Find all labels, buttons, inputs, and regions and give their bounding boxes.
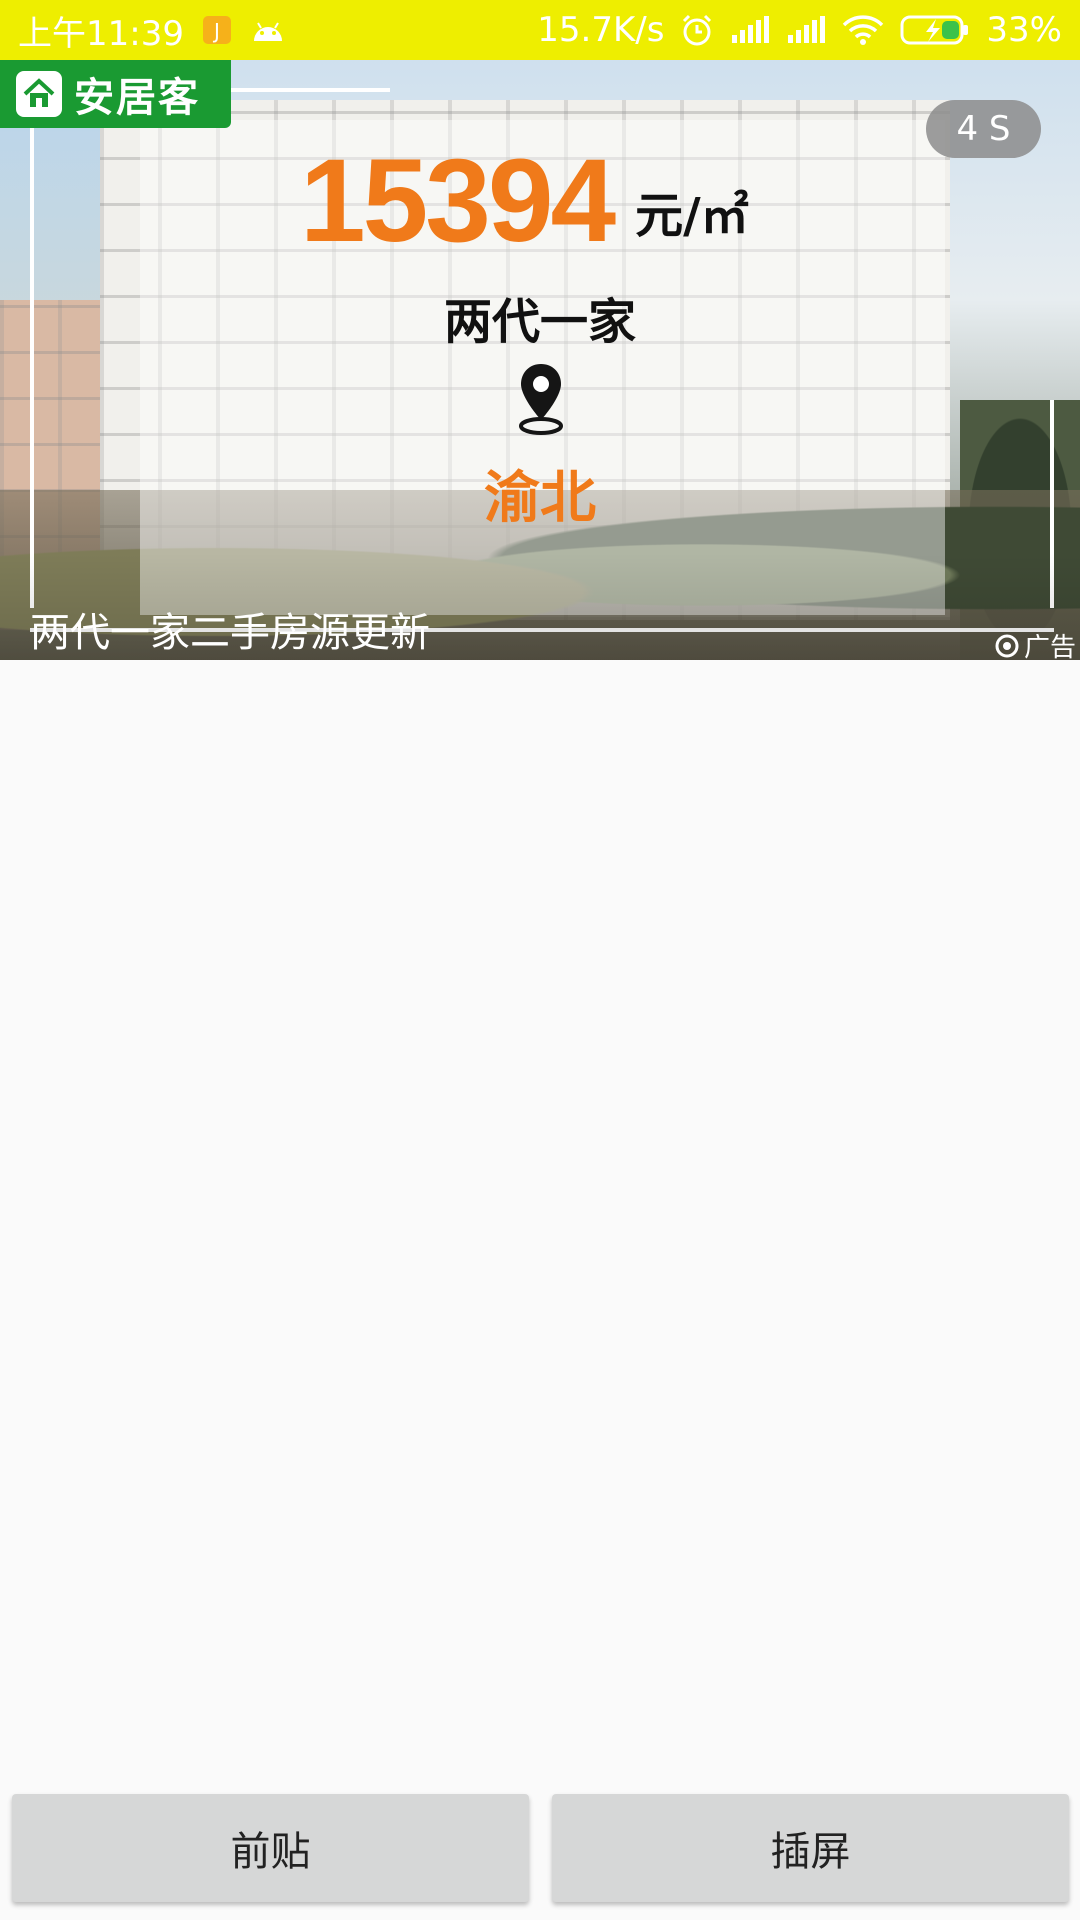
community-name: 两代一家 — [443, 294, 636, 350]
district-name: 渝北 — [484, 466, 596, 531]
status-time: 上午11:39 — [18, 13, 184, 54]
status-left: 上午11:39 J — [18, 6, 286, 55]
ad-tag-text: 广告 — [1024, 633, 1077, 660]
ad-badge-icon — [994, 633, 1020, 659]
signal-icon — [730, 15, 770, 45]
android-icon — [250, 15, 286, 45]
anjuke-logo: 安居客 — [0, 60, 231, 128]
network-speed: 15.7K/s — [537, 10, 665, 50]
interstitial-button[interactable]: 插屏 — [552, 1794, 1069, 1902]
status-bar: 上午11:39 J 15.7K/s 33% — [0, 0, 1080, 60]
notification-app-icon: J — [200, 13, 234, 47]
ad-banner[interactable]: 安居客 4 S 15394 元/㎡ 两代一家 渝北 两代一家二手房源更新 广告 — [0, 60, 1080, 660]
brand-name: 安居客 — [74, 75, 200, 121]
signal-icon — [786, 15, 826, 45]
frame-line-left — [30, 88, 34, 608]
alarm-icon — [680, 13, 714, 47]
price-unit: 元/㎡ — [635, 188, 749, 244]
battery-charging-icon — [900, 14, 970, 46]
ad-label: 广告 — [994, 627, 1076, 660]
price-row: 15394 元/㎡ — [300, 130, 820, 260]
status-right: 15.7K/s 33% — [537, 10, 1062, 50]
house-icon — [16, 71, 62, 117]
battery-percent: 33% — [986, 10, 1062, 50]
skip-countdown-button[interactable]: 4 S — [926, 100, 1041, 158]
preroll-button[interactable]: 前贴 — [12, 1794, 529, 1902]
ad-caption: 两代一家二手房源更新 — [30, 610, 430, 656]
location-pin-icon — [513, 360, 569, 440]
price-value: 15394 — [300, 135, 616, 267]
wifi-icon — [842, 14, 884, 46]
svg-text:J: J — [212, 19, 220, 43]
